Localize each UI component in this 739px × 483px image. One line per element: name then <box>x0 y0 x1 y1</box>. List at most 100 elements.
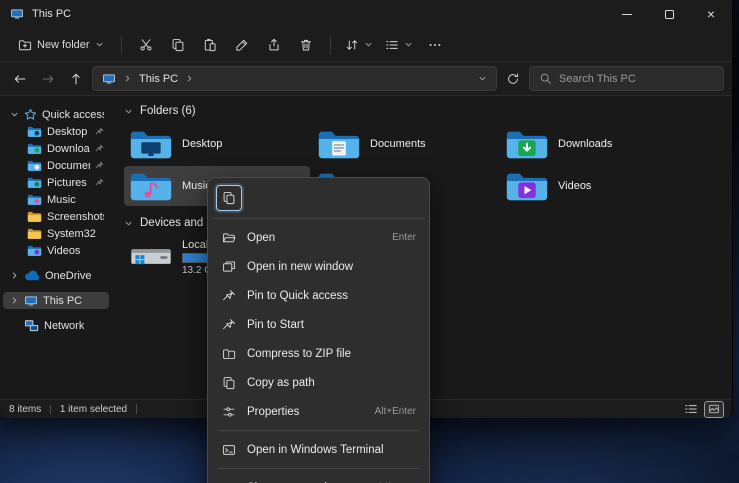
toolbar-separator <box>330 36 331 54</box>
music-folder-icon <box>129 169 173 204</box>
menu-item-open[interactable]: Open Enter <box>212 223 425 252</box>
large-icons-view-toggle[interactable] <box>705 402 723 417</box>
minimize-icon <box>622 14 632 15</box>
titlebar[interactable]: This PC × <box>0 0 732 28</box>
share-button[interactable] <box>259 31 289 59</box>
search-icon <box>539 72 552 85</box>
folder-tile-downloads[interactable]: Downloads <box>500 124 686 164</box>
chevron-down-icon <box>404 40 413 49</box>
sidebar-item-screenshots[interactable]: Screenshots <box>3 208 109 225</box>
sidebar-item-pictures[interactable]: Pictures <box>3 174 109 191</box>
chevron-down-icon <box>9 110 19 119</box>
rename-button[interactable] <box>227 31 257 59</box>
sidebar-item-videos[interactable]: Videos <box>3 242 109 259</box>
refresh-button[interactable] <box>501 67 525 91</box>
more-options-icon <box>428 38 442 52</box>
videos-folder-icon <box>505 169 549 204</box>
minimize-button[interactable] <box>606 0 648 28</box>
back-button[interactable] <box>8 67 32 91</box>
menu-item-open-in-new-window[interactable]: Open in new window <box>212 252 425 281</box>
sidebar-item-downloads[interactable]: Downloads <box>3 140 109 157</box>
menu-item-compress-to-zip[interactable]: Compress to ZIP file <box>212 339 425 368</box>
hard-drive-icon <box>129 238 173 276</box>
menu-item-copy-as-path[interactable]: Copy as path <box>212 368 425 397</box>
sidebar-item-label: Videos <box>47 245 80 257</box>
sidebar-item-desktop[interactable]: Desktop <box>3 123 109 140</box>
sort-button[interactable] <box>340 31 378 59</box>
copy-icon-button[interactable] <box>216 185 242 211</box>
more-options-button[interactable] <box>420 31 450 59</box>
sidebar-item-quick-access[interactable]: Quick access <box>3 106 109 123</box>
menu-item-pin-to-quick-access[interactable]: Pin to Quick access <box>212 281 425 310</box>
menu-item-open-in-windows-terminal[interactable]: Open in Windows Terminal <box>212 435 425 464</box>
delete-button[interactable] <box>291 31 321 59</box>
menu-item-pin-to-start[interactable]: Pin to Start <box>212 310 425 339</box>
folder-tile-desktop[interactable]: Desktop <box>124 124 310 164</box>
desktop-folder-icon <box>129 127 173 162</box>
documents-folder-icon <box>27 159 42 172</box>
breadcrumb-this-pc[interactable]: This PC <box>139 73 178 85</box>
menu-item-label: Open in new window <box>247 261 406 273</box>
terminal-icon <box>221 443 237 457</box>
search-box[interactable] <box>529 66 724 91</box>
address-dropdown-icon[interactable] <box>478 74 487 83</box>
properties-icon <box>221 405 237 419</box>
menu-item-label: Pin to Quick access <box>247 290 406 302</box>
paste-button[interactable] <box>195 31 225 59</box>
menu-item-show-more-options[interactable]: Show more options Shift+F10 <box>212 473 425 483</box>
status-divider: | <box>135 404 138 415</box>
chevron-right-icon <box>185 74 194 83</box>
menu-item-shortcut: Enter <box>392 232 416 243</box>
desktop-folder-icon <box>27 125 42 138</box>
chevron-down-icon <box>124 219 133 228</box>
copy-icon <box>171 38 185 52</box>
sidebar-item-label: Documents <box>47 160 90 172</box>
sidebar-item-label: Downloads <box>47 143 90 155</box>
pictures-folder-icon <box>27 176 42 189</box>
quick-access-icon <box>24 108 37 121</box>
share-icon <box>267 38 281 52</box>
chevron-down-icon <box>95 40 104 49</box>
maximize-button[interactable] <box>648 0 690 28</box>
sidebar-item-label: Screenshots <box>47 211 104 223</box>
close-icon: × <box>707 7 715 21</box>
pin-icon <box>221 318 237 332</box>
pin-icon <box>95 144 104 153</box>
chevron-right-icon <box>9 296 19 305</box>
search-input[interactable] <box>559 73 714 85</box>
address-bar[interactable]: This PC <box>92 66 497 91</box>
copy-button[interactable] <box>163 31 193 59</box>
folders-section-header[interactable]: Folders (6) <box>124 102 732 120</box>
menu-item-shortcut: Alt+Enter <box>375 406 416 417</box>
section-title: Folders (6) <box>140 105 196 117</box>
sidebar-item-documents[interactable]: Documents <box>3 157 109 174</box>
folder-tile-label: Desktop <box>182 138 222 150</box>
pin-icon <box>95 161 104 170</box>
menu-item-label: Open <box>247 232 382 244</box>
sidebar-item-onedrive[interactable]: OneDrive <box>3 267 109 284</box>
sidebar-item-label: Pictures <box>47 177 87 189</box>
menu-item-label: Properties <box>247 406 365 418</box>
delete-icon <box>299 38 313 52</box>
navigation-bar: This PC <box>0 62 732 96</box>
menu-separator <box>218 468 419 469</box>
sidebar-item-system32[interactable]: System32 <box>3 225 109 242</box>
selection-count: 1 item selected <box>60 404 127 415</box>
sidebar-gap <box>0 284 112 292</box>
up-button[interactable] <box>64 67 88 91</box>
sidebar-item-this-pc[interactable]: This PC <box>3 292 109 309</box>
close-button[interactable]: × <box>690 0 732 28</box>
downloads-folder-icon <box>27 142 42 155</box>
new-folder-button[interactable]: New folder <box>10 31 112 59</box>
cut-button[interactable] <box>131 31 161 59</box>
sidebar-item-network[interactable]: Network <box>3 317 109 334</box>
forward-button[interactable] <box>36 67 60 91</box>
folder-tile-videos[interactable]: Videos <box>500 166 686 206</box>
details-view-toggle[interactable] <box>682 402 700 417</box>
menu-item-properties[interactable]: Properties Alt+Enter <box>212 397 425 426</box>
view-button[interactable] <box>380 31 418 59</box>
folder-tile-documents[interactable]: Documents <box>312 124 498 164</box>
chevron-down-icon <box>124 107 133 116</box>
sidebar-item-music[interactable]: Music <box>3 191 109 208</box>
folder-tile-label: Videos <box>558 180 591 192</box>
